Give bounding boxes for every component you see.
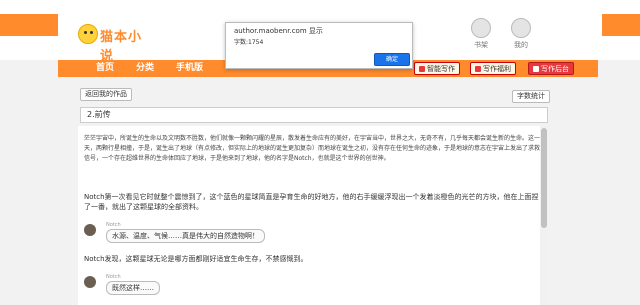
article-paragraph: 茫茫宇宙中，所诞生的生命以及文明数不胜数，他们就像一颗颗闪耀的星辰，散发着生命应… bbox=[84, 135, 541, 162]
pen-icon bbox=[419, 66, 425, 72]
gift-icon bbox=[475, 66, 481, 72]
writing-dashboard-button[interactable]: 写作后台 bbox=[528, 62, 574, 75]
dialogue-text: 水源、温度、气候……真是伟大的自然造物啊！ bbox=[106, 229, 265, 243]
chapter-title-input[interactable]: 2.前传 bbox=[80, 107, 548, 123]
character-avatar bbox=[84, 276, 96, 288]
alert-dialog: author.maobenr.com 显示 字数:1754 确定 bbox=[225, 22, 413, 69]
logo-text: 猫本小说 bbox=[100, 30, 143, 64]
editor-scrollbar-thumb[interactable] bbox=[541, 128, 547, 228]
nav-item-home[interactable]: 首页 bbox=[96, 60, 114, 77]
nav-item-category[interactable]: 分类 bbox=[136, 60, 154, 77]
word-count-button[interactable]: 字数统计 bbox=[512, 90, 550, 103]
character-name: Notch bbox=[106, 222, 121, 228]
bookshelf-link[interactable]: 书架 bbox=[463, 18, 499, 50]
dialog-title: author.maobenr.com 显示 bbox=[234, 27, 323, 35]
dialog-message: 字数:1754 bbox=[234, 39, 264, 46]
site-logo[interactable]: 猫本小说 bbox=[78, 22, 148, 64]
bookshelf-label: 书架 bbox=[474, 41, 488, 49]
article-paragraph: Notch第一次看见它时就整个震惊到了，这个蓝色的星球简直是孕育生命的好地方，他… bbox=[84, 193, 539, 211]
character-avatar bbox=[84, 224, 96, 236]
article-paragraph: Notch发现，这颗星球无论是哪方面都刚好适宜生命生存，不禁感慨到。 bbox=[84, 255, 308, 263]
profile-label: 我的 bbox=[514, 41, 528, 49]
dialog-ok-button[interactable]: 确定 bbox=[374, 53, 410, 66]
avatar bbox=[511, 18, 531, 38]
header-accent-left bbox=[0, 14, 58, 36]
writing-benefits-button[interactable]: 写作福利 bbox=[470, 62, 516, 75]
dialogue-text: 既然这样…… bbox=[106, 281, 160, 295]
chapter-editor[interactable]: 茫茫宇宙中，所诞生的生命以及文明数不胜数，他们就像一颗颗闪耀的星辰，散发着生命应… bbox=[78, 126, 548, 305]
nav-item-mobile[interactable]: 手机版 bbox=[176, 60, 203, 77]
bookshelf-icon bbox=[471, 18, 491, 38]
header-accent-right bbox=[602, 14, 640, 36]
dashboard-icon bbox=[533, 66, 539, 72]
character-name: Notch bbox=[106, 274, 121, 280]
profile-link[interactable]: 我的 bbox=[503, 18, 539, 50]
smart-writing-button[interactable]: 智能写作 bbox=[414, 62, 460, 75]
back-to-works-button[interactable]: 返回我的作品 bbox=[80, 88, 132, 101]
mascot-icon bbox=[78, 24, 98, 44]
